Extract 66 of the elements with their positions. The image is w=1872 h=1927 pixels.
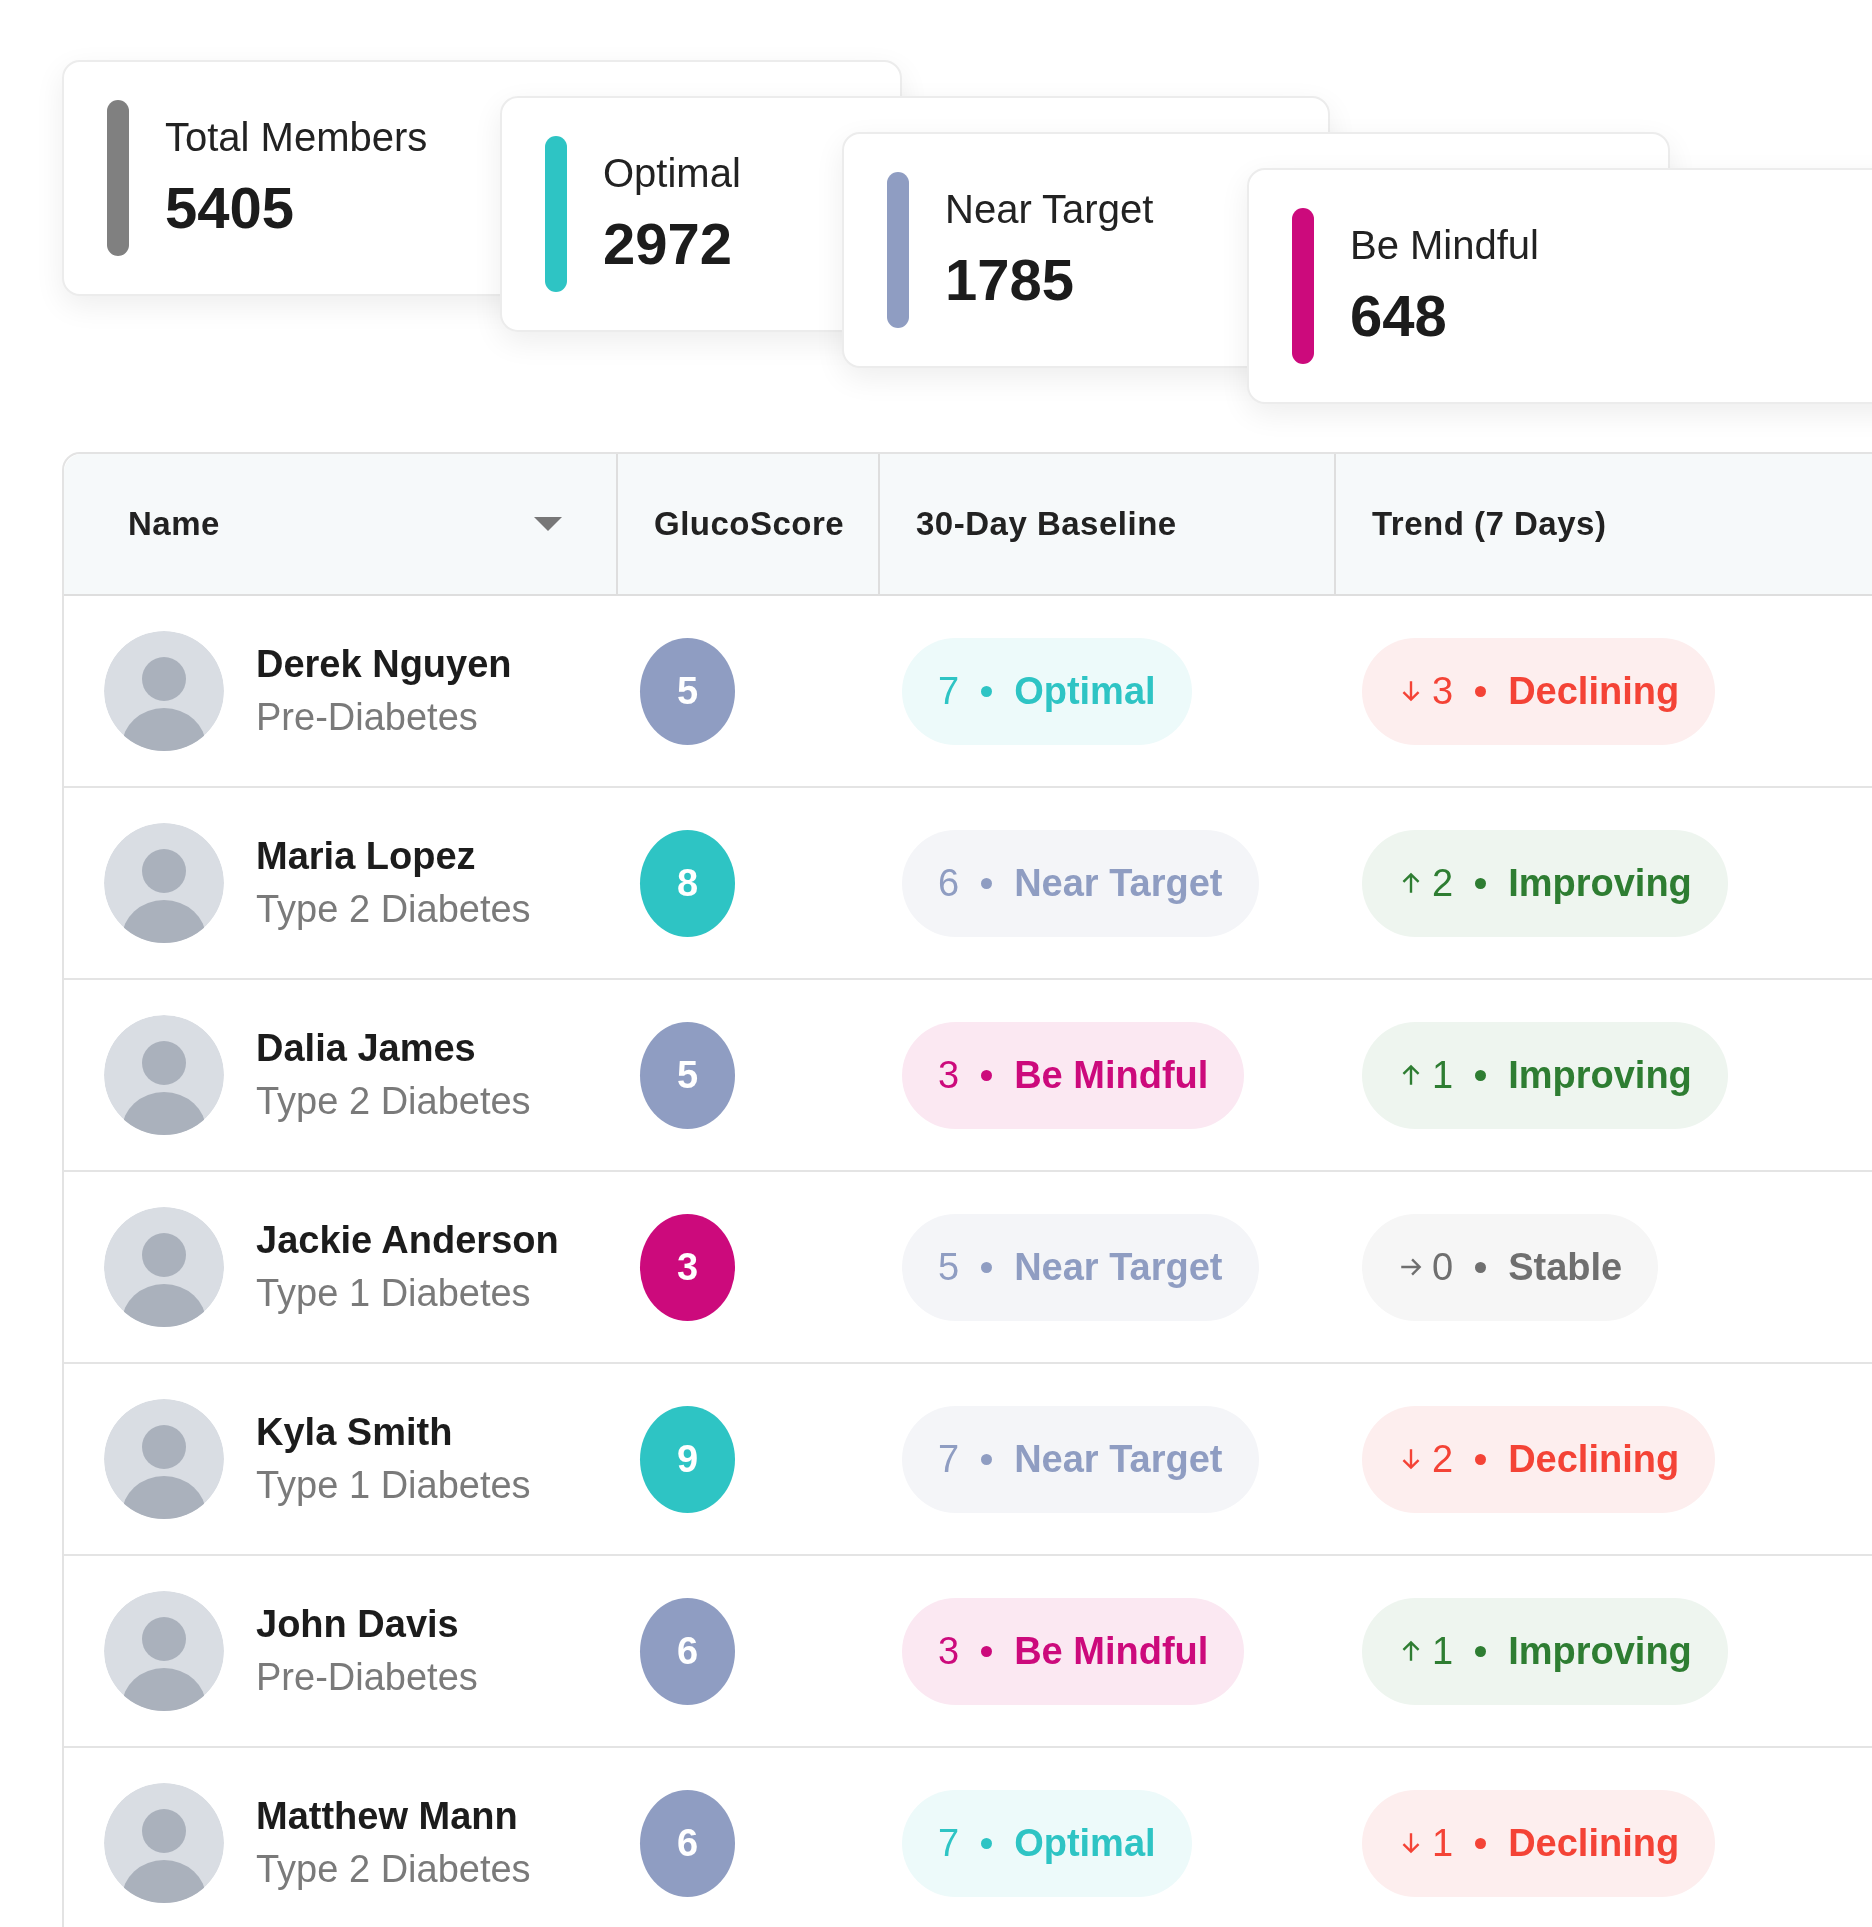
member-name: Maria Lopez (256, 835, 477, 878)
condition-text: Type 2 Diabetes (256, 888, 531, 931)
baseline-pill: 7 Optimal (902, 637, 1192, 745)
trend-pill: 0 Stable (1362, 1213, 1659, 1321)
member-name: Jackie Anderson (256, 1219, 559, 1262)
score-badge: 5 (640, 1021, 735, 1129)
column-title: GlucoScore (654, 505, 845, 543)
separator-dot (1475, 877, 1487, 889)
separator-dot (981, 1837, 993, 1849)
member-name: Derek Nguyen (256, 643, 512, 686)
card-value: 648 (1350, 282, 1448, 349)
separator-dot (1475, 1069, 1487, 1081)
condition-text: Type 2 Diabetes (256, 1080, 531, 1123)
card-label: Be Mindful (1350, 223, 1539, 268)
condition-text: Pre-Diabetes (256, 696, 479, 739)
separator-dot (981, 1453, 993, 1465)
column-title: Trend (7 Days) (1372, 505, 1607, 543)
column-header[interactable]: 30-Day Baseline (878, 454, 1334, 594)
column-title: 30-Day Baseline (916, 505, 1177, 543)
baseline-pill: 3 Be Mindful (902, 1021, 1245, 1129)
score-badge: 6 (640, 1789, 735, 1897)
card-value: 2972 (603, 210, 734, 277)
baseline-pill: 7 Optimal (902, 1789, 1192, 1897)
card-value: 1785 (945, 246, 1076, 313)
card-label: Optimal (603, 151, 741, 196)
trend-pill: 2 Improving (1362, 829, 1728, 937)
baseline-pill: 5 Near Target (902, 1213, 1259, 1321)
separator-dot (981, 1069, 993, 1081)
baseline-pill: 3 Be Mindful (902, 1597, 1245, 1705)
separator-dot (1475, 1261, 1487, 1273)
trend-pill: 1 Improving (1362, 1597, 1728, 1705)
trend-pill: 2 Declining (1362, 1405, 1716, 1513)
condition-text: Type 1 Diabetes (256, 1272, 532, 1315)
caret-icon (534, 517, 562, 531)
card-label: Near Target (945, 187, 1154, 232)
member-name: Matthew Mann (256, 1795, 519, 1838)
condition-text: Type 1 Diabetes (256, 1464, 531, 1507)
baseline-pill: 7 Near Target (902, 1405, 1259, 1513)
score-badge: 8 (640, 829, 735, 937)
score-badge: 6 (640, 1597, 735, 1705)
trend-pill: 3 Declining (1362, 637, 1716, 745)
separator-dot (1475, 1837, 1487, 1849)
member-name: John Davis (256, 1603, 460, 1646)
separator-dot (981, 1645, 993, 1657)
separator-dot (981, 1261, 993, 1273)
separator-dot (1475, 1453, 1487, 1465)
member-name: Dalia James (256, 1027, 477, 1070)
trend-pill: 1 Improving (1362, 1021, 1728, 1129)
separator-dot (1475, 1645, 1487, 1657)
column-title: Name (128, 505, 220, 543)
condition-text: Pre-Diabetes (256, 1656, 478, 1699)
column-header[interactable]: GlucoScore (616, 454, 878, 594)
card-value: 5405 (165, 174, 296, 241)
separator-dot (981, 685, 993, 697)
score-badge: 3 (640, 1213, 735, 1321)
separator-dot (981, 877, 993, 889)
column-header[interactable]: Trend (7 Days) (1334, 454, 1870, 594)
card-label: Total Members (165, 115, 428, 160)
separator-dot (1475, 685, 1487, 697)
column-header[interactable]: Name (64, 454, 616, 594)
score-badge: 5 (640, 637, 735, 745)
member-name: Kyla Smith (256, 1411, 454, 1454)
condition-text: Type 2 Diabetes (256, 1848, 531, 1891)
trend-pill: 1 Declining (1362, 1789, 1716, 1897)
score-badge: 9 (640, 1405, 735, 1513)
baseline-pill: 6 Near Target (902, 829, 1259, 937)
